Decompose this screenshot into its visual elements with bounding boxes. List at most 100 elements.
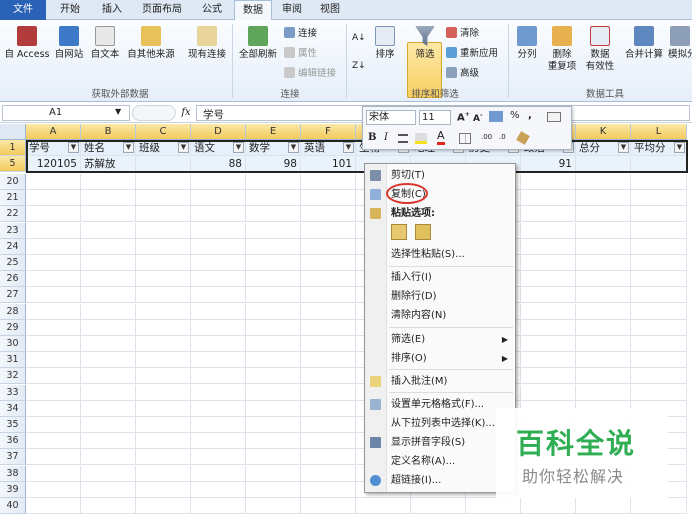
empty-cell[interactable] xyxy=(631,336,687,352)
empty-cell[interactable] xyxy=(301,449,356,466)
empty-cell[interactable] xyxy=(191,400,246,417)
menu-define-name[interactable]: 定义名称(A)... xyxy=(365,452,515,471)
empty-cell[interactable] xyxy=(81,287,136,304)
empty-cell[interactable] xyxy=(576,319,631,336)
row-header[interactable]: 5 xyxy=(0,156,26,172)
empty-cell[interactable] xyxy=(631,238,687,255)
empty-cell[interactable] xyxy=(246,319,301,336)
empty-cell[interactable] xyxy=(301,271,356,288)
empty-cell[interactable] xyxy=(191,271,246,288)
empty-cell[interactable] xyxy=(576,206,631,223)
data-cell[interactable] xyxy=(136,156,191,172)
grow-font-icon[interactable]: A+ xyxy=(457,111,470,123)
empty-cell[interactable] xyxy=(301,336,356,352)
empty-cell[interactable] xyxy=(136,400,191,417)
empty-cell[interactable] xyxy=(26,271,81,288)
empty-cell[interactable] xyxy=(81,368,136,385)
empty-cell[interactable] xyxy=(81,449,136,466)
column-header[interactable]: C xyxy=(136,124,191,140)
empty-cell[interactable] xyxy=(191,303,246,320)
empty-cell[interactable] xyxy=(576,368,631,385)
row-header[interactable]: 30 xyxy=(0,336,26,352)
properties-button[interactable]: 属性 xyxy=(284,47,317,60)
menu-clear-content[interactable]: 清除内容(N) xyxy=(365,306,515,325)
empty-cell[interactable] xyxy=(246,303,301,320)
empty-cell[interactable] xyxy=(26,368,81,385)
empty-cell[interactable] xyxy=(81,400,136,417)
font-size-select[interactable]: 11 xyxy=(419,110,451,125)
empty-cell[interactable] xyxy=(136,206,191,223)
empty-cell[interactable] xyxy=(301,222,356,239)
name-box[interactable]: A1 ▼ xyxy=(2,105,130,121)
row-header[interactable]: 21 xyxy=(0,190,26,207)
empty-cell[interactable] xyxy=(521,303,576,320)
row-header[interactable]: 36 xyxy=(0,433,26,450)
empty-cell[interactable] xyxy=(301,400,356,417)
empty-cell[interactable] xyxy=(26,498,81,514)
empty-cell[interactable] xyxy=(191,336,246,352)
empty-cell[interactable] xyxy=(576,271,631,288)
empty-cell[interactable] xyxy=(81,222,136,239)
data-cell[interactable]: 苏解放 xyxy=(81,156,136,172)
empty-cell[interactable] xyxy=(191,206,246,223)
filter-dropdown-icon[interactable]: ▼ xyxy=(68,142,79,153)
row-header[interactable]: 29 xyxy=(0,319,26,336)
comma-style-icon[interactable]: , xyxy=(528,110,532,121)
empty-cell[interactable] xyxy=(521,384,576,401)
empty-cell[interactable] xyxy=(301,417,356,433)
header-cell[interactable]: 学号 ▼ xyxy=(26,140,81,156)
empty-cell[interactable] xyxy=(26,465,81,482)
empty-cell[interactable] xyxy=(26,417,81,433)
text-to-columns-button[interactable]: 分列 xyxy=(512,26,542,61)
empty-cell[interactable] xyxy=(301,498,356,514)
empty-cell[interactable] xyxy=(26,238,81,255)
empty-cell[interactable] xyxy=(301,287,356,304)
empty-cell[interactable] xyxy=(246,449,301,466)
empty-cell[interactable] xyxy=(191,190,246,207)
empty-cell[interactable] xyxy=(136,190,191,207)
empty-cell[interactable] xyxy=(521,255,576,271)
empty-cell[interactable] xyxy=(191,449,246,466)
empty-cell[interactable] xyxy=(136,336,191,352)
empty-cell[interactable] xyxy=(576,336,631,352)
from-other-sources-button[interactable]: 自其他来源 xyxy=(123,26,179,61)
row-header[interactable]: 37 xyxy=(0,449,26,466)
empty-cell[interactable] xyxy=(246,368,301,385)
empty-cell[interactable] xyxy=(136,498,191,514)
empty-cell[interactable] xyxy=(136,271,191,288)
row-header[interactable]: 35 xyxy=(0,417,26,433)
empty-cell[interactable] xyxy=(26,303,81,320)
empty-cell[interactable] xyxy=(81,319,136,336)
empty-cell[interactable] xyxy=(191,238,246,255)
menu-delete-row[interactable]: 删除行(D) xyxy=(365,287,515,306)
consolidate-button[interactable]: 合并计算 xyxy=(622,26,666,61)
empty-cell[interactable] xyxy=(81,190,136,207)
header-cell[interactable]: 数学 ▼ xyxy=(246,140,301,156)
empty-cell[interactable] xyxy=(191,287,246,304)
tab-insert[interactable]: 插入 xyxy=(92,0,132,20)
empty-cell[interactable] xyxy=(631,271,687,288)
empty-cell[interactable] xyxy=(191,352,246,369)
borders-icon[interactable] xyxy=(459,133,471,144)
empty-cell[interactable] xyxy=(26,449,81,466)
menu-insert-row[interactable]: 插入行(I) xyxy=(365,268,515,287)
sort-button[interactable]: 排序 xyxy=(370,26,400,61)
filter-dropdown-icon[interactable]: ▼ xyxy=(233,142,244,153)
empty-cell[interactable] xyxy=(246,384,301,401)
empty-cell[interactable] xyxy=(81,336,136,352)
menu-cut[interactable]: 剪切(T) xyxy=(365,166,515,185)
empty-cell[interactable] xyxy=(301,238,356,255)
data-cell[interactable]: 91 xyxy=(521,156,576,172)
filter-dropdown-icon[interactable]: ▼ xyxy=(288,142,299,153)
empty-cell[interactable] xyxy=(246,352,301,369)
empty-cell[interactable] xyxy=(81,498,136,514)
data-validation-button[interactable]: 数据 有效性 xyxy=(582,26,618,73)
empty-cell[interactable] xyxy=(576,222,631,239)
empty-cell[interactable] xyxy=(136,433,191,450)
tab-formulas[interactable]: 公式 xyxy=(192,0,232,20)
insert-function-icon[interactable]: fx xyxy=(178,105,194,121)
row-header[interactable]: 40 xyxy=(0,498,26,514)
empty-cell[interactable] xyxy=(246,481,301,498)
sort-za-icon[interactable]: Z↓ xyxy=(352,60,366,72)
empty-cell[interactable] xyxy=(521,319,576,336)
